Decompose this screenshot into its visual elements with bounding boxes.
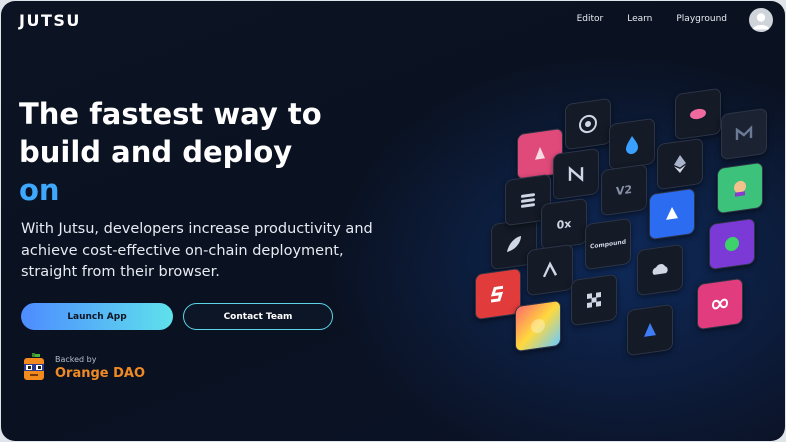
app-frame: JUTSU Editor Learn Playground The fastes… — [1, 1, 785, 441]
top-nav: Editor Learn Playground — [577, 14, 727, 24]
avatar[interactable] — [749, 8, 773, 32]
orange-dao-label[interactable]: Orange DAO — [55, 366, 145, 381]
hero-headline: The fastest way to build and deploy on — [19, 95, 419, 209]
headline-accent: on — [19, 173, 60, 207]
tile-near-icon — [553, 147, 599, 201]
nav-editor[interactable]: Editor — [577, 14, 604, 24]
tile-infinity-icon — [697, 277, 743, 331]
jutsu-logo[interactable]: JUTSU — [19, 11, 81, 30]
tile-0x-icon: 0x — [541, 197, 587, 251]
orange-dao-mascot-icon — [24, 353, 44, 380]
tile-drop-icon — [609, 117, 655, 171]
tile-ethereum-icon — [657, 137, 703, 191]
tile-pink-ring-icon — [675, 87, 721, 141]
tile-checker-icon — [571, 273, 617, 327]
tile-cloud-icon — [637, 243, 683, 297]
tile-rainbow-icon — [515, 299, 561, 353]
nav-playground[interactable]: Playground — [676, 14, 727, 24]
tile-sail-icon — [649, 187, 695, 241]
tile-v2-icon: V2 — [601, 163, 647, 217]
contact-team-button[interactable]: Contact Team — [183, 303, 333, 330]
backed-by: Backed by Orange DAO — [21, 353, 145, 383]
protocol-tile-grid: 0x V2 Compound — [461, 81, 781, 381]
tile-character-icon — [717, 161, 763, 215]
tile-cardano-icon — [565, 97, 611, 151]
tile-m-logo-icon — [721, 107, 767, 161]
backed-by-label: Backed by — [55, 355, 97, 364]
hero-description: With Jutsu, developers increase producti… — [21, 221, 373, 280]
launch-app-button[interactable]: Launch App — [21, 303, 173, 330]
tile-green-blob-icon — [709, 217, 755, 271]
tile-triangle-icon — [627, 303, 673, 357]
tile-compound-icon: Compound — [585, 217, 631, 271]
nav-learn[interactable]: Learn — [627, 14, 652, 24]
headline-line-1: The fastest way to — [19, 97, 322, 131]
headline-line-2: build and deploy — [19, 135, 293, 169]
user-icon — [752, 13, 770, 30]
tile-arrow-icon — [527, 243, 573, 297]
